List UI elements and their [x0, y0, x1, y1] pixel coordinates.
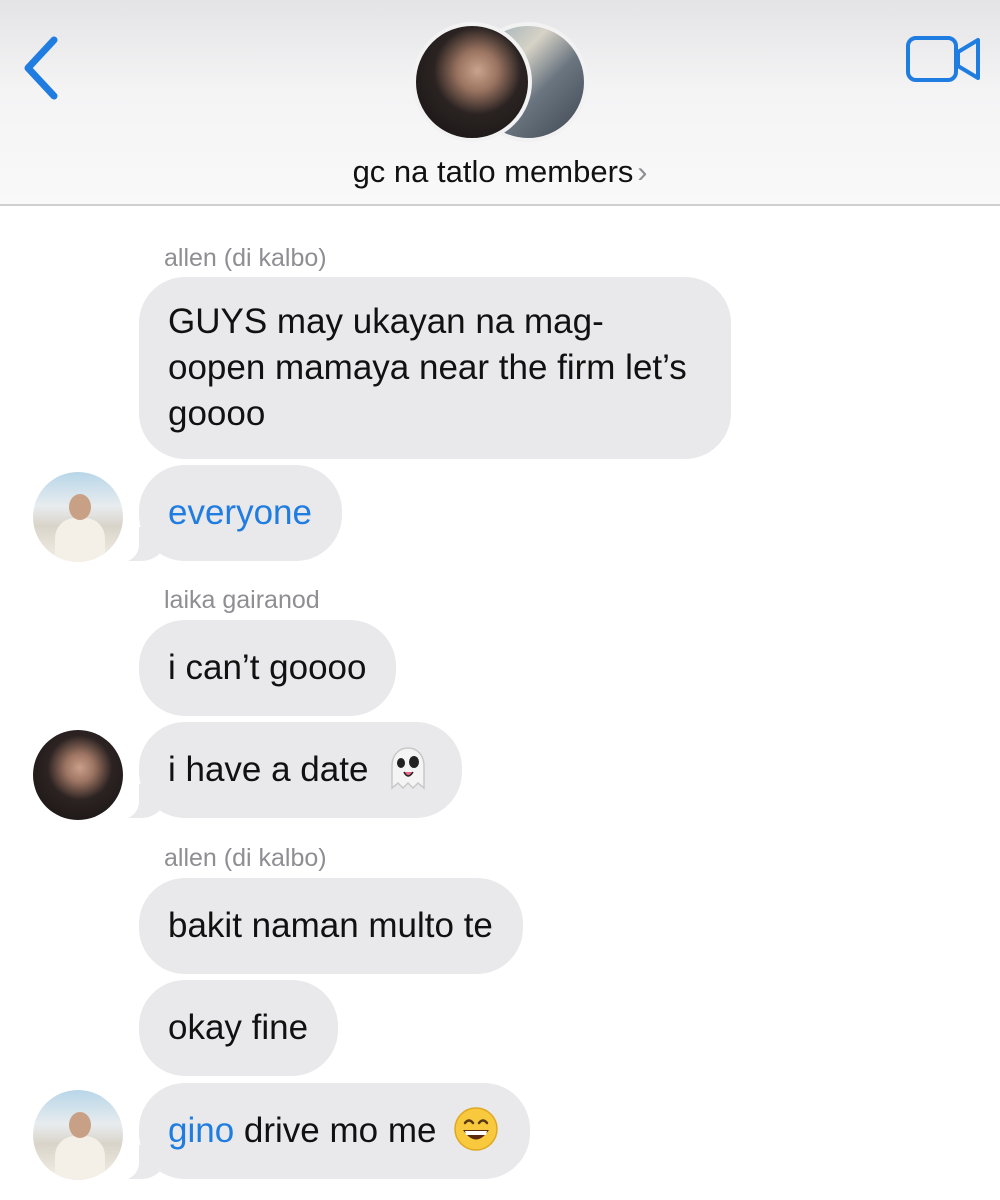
- avatar[interactable]: [33, 1090, 123, 1180]
- grinning-face-icon: [454, 1107, 498, 1151]
- message-bubble[interactable]: GUYS may ukayan na mag-oopen mamaya near…: [139, 277, 731, 459]
- video-call-button[interactable]: [904, 34, 984, 88]
- message-bubble[interactable]: gino drive mo me: [110, 1083, 531, 1181]
- message-text: i have a date: [168, 750, 369, 789]
- message-text: drive mo me: [234, 1111, 437, 1150]
- group-name-button[interactable]: gc na tatlo members ›: [0, 154, 1000, 190]
- message-bubble[interactable]: everyone: [111, 465, 342, 563]
- message-bubble[interactable]: i can’t goooo: [139, 620, 397, 716]
- message-text: bakit naman multo te: [168, 906, 493, 945]
- conversation-header: gc na tatlo members ›: [0, 0, 1000, 206]
- message-bubble[interactable]: okay fine: [139, 980, 339, 1076]
- message-bubble[interactable]: bakit naman multo te: [139, 878, 523, 974]
- message-text: GUYS may ukayan na mag-oopen mamaya near…: [168, 302, 687, 433]
- message-bubble[interactable]: i have a date: [110, 722, 463, 820]
- mention-link[interactable]: everyone: [168, 493, 312, 532]
- chevron-left-icon: [24, 36, 58, 100]
- mention-link[interactable]: gino: [168, 1111, 234, 1150]
- ghost-icon: [391, 746, 425, 790]
- chevron-right-icon: ›: [637, 156, 648, 189]
- back-button[interactable]: [14, 30, 74, 106]
- sender-name: allen (di kalbo): [164, 244, 327, 272]
- sender-name: laika gairanod: [164, 586, 320, 614]
- avatar[interactable]: [33, 472, 123, 562]
- message-text: okay fine: [168, 1008, 309, 1047]
- sender-name: allen (di kalbo): [164, 844, 327, 872]
- avatar[interactable]: [33, 730, 123, 820]
- group-name: gc na tatlo members: [352, 154, 634, 189]
- message-text: i can’t goooo: [168, 648, 367, 687]
- group-member-avatar: [412, 22, 532, 142]
- group-avatar-stack[interactable]: [412, 22, 592, 142]
- video-camera-icon: [906, 36, 980, 82]
